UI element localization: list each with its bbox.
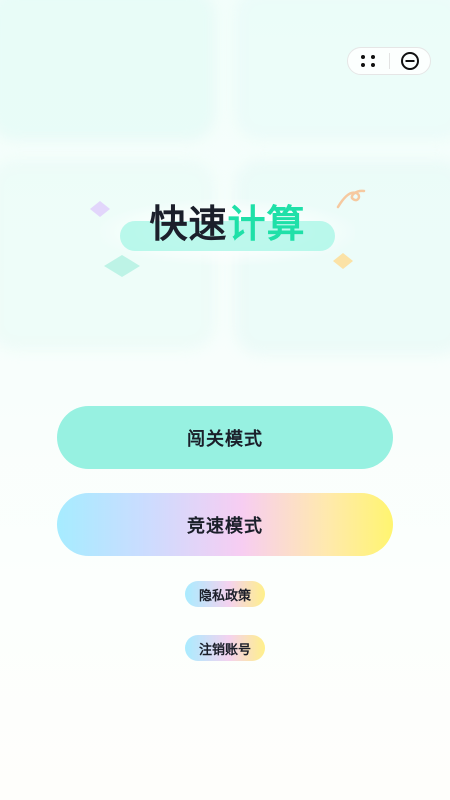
- dots-icon: [361, 55, 376, 67]
- stage-mode-button[interactable]: 闯关模式: [57, 406, 393, 469]
- race-mode-button[interactable]: 竞速模式: [57, 493, 393, 556]
- privacy-policy-link[interactable]: 隐私政策: [185, 581, 265, 607]
- circle-minus-icon: [400, 52, 419, 70]
- race-mode-label: 竞速模式: [187, 515, 263, 537]
- close-button[interactable]: [389, 48, 430, 74]
- diamond-decoration-mint: [104, 255, 140, 277]
- diamond-decoration-yellow: [333, 253, 353, 269]
- more-button[interactable]: [348, 48, 389, 74]
- privacy-policy-label: 隐私政策: [198, 588, 251, 604]
- cancel-account-link[interactable]: 注销账号: [185, 635, 265, 661]
- title-part-dark: 快速: [149, 202, 228, 246]
- mini-program-capsule: [347, 47, 431, 75]
- background-blob: [0, 0, 215, 140]
- page-title: 快速计算: [90, 199, 365, 249]
- title-banner: 快速计算: [90, 185, 366, 280]
- cancel-account-label: 注销账号: [198, 642, 251, 658]
- title-part-accent: 计算: [227, 202, 306, 246]
- stage-mode-label: 闯关模式: [187, 428, 263, 450]
